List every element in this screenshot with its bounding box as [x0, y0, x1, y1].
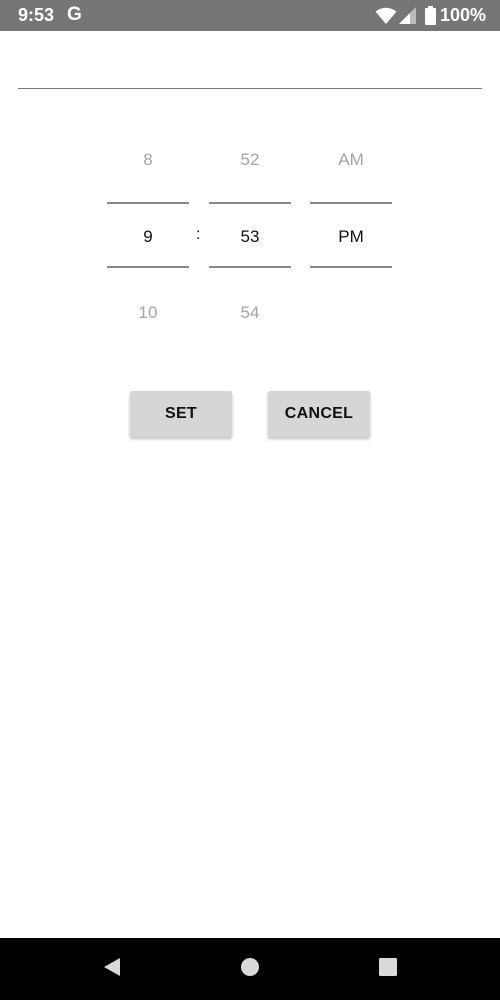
cell-signal-icon [398, 7, 416, 24]
home-circle-icon [240, 957, 260, 982]
status-time: 9:53 [18, 5, 55, 25]
ampm-picker[interactable]: AM PM [310, 130, 392, 350]
hour-divider-bottom [107, 266, 189, 268]
time-separator: : [196, 226, 201, 243]
hour-picker[interactable]: 8 9 10 [107, 130, 189, 350]
minute-next-value[interactable]: 54 [209, 303, 291, 323]
ampm-divider-top [310, 202, 392, 204]
navigation-bar [0, 938, 500, 1000]
set-button[interactable]: SET [130, 391, 232, 437]
recents-button[interactable] [358, 938, 418, 1000]
recents-square-icon [378, 957, 398, 982]
hour-divider-top [107, 202, 189, 204]
hour-current-value[interactable]: 9 [107, 227, 189, 247]
minute-divider-bottom [209, 266, 291, 268]
wifi-icon [375, 7, 397, 25]
edit-text-underline[interactable] [18, 88, 482, 89]
minute-prev-value[interactable]: 52 [209, 150, 291, 170]
hour-prev-value[interactable]: 8 [107, 150, 189, 170]
battery-percent: 100% [439, 5, 486, 25]
back-triangle-icon [102, 957, 122, 982]
minute-divider-top [209, 202, 291, 204]
home-button[interactable] [220, 938, 280, 1000]
status-indicators: 100% [375, 5, 486, 26]
ampm-current-value[interactable]: PM [310, 227, 392, 247]
minute-picker[interactable]: 52 53 54 [209, 130, 291, 350]
google-icon: G [67, 4, 82, 25]
ampm-divider-bottom [310, 266, 392, 268]
status-bar: 9:53 G 100% [0, 0, 500, 31]
ampm-prev-value[interactable]: AM [310, 150, 392, 170]
battery-icon [424, 6, 436, 25]
hour-next-value[interactable]: 10 [107, 303, 189, 323]
cancel-button[interactable]: CANCEL [268, 391, 370, 437]
back-button[interactable] [82, 938, 142, 1000]
minute-current-value[interactable]: 53 [209, 227, 291, 247]
